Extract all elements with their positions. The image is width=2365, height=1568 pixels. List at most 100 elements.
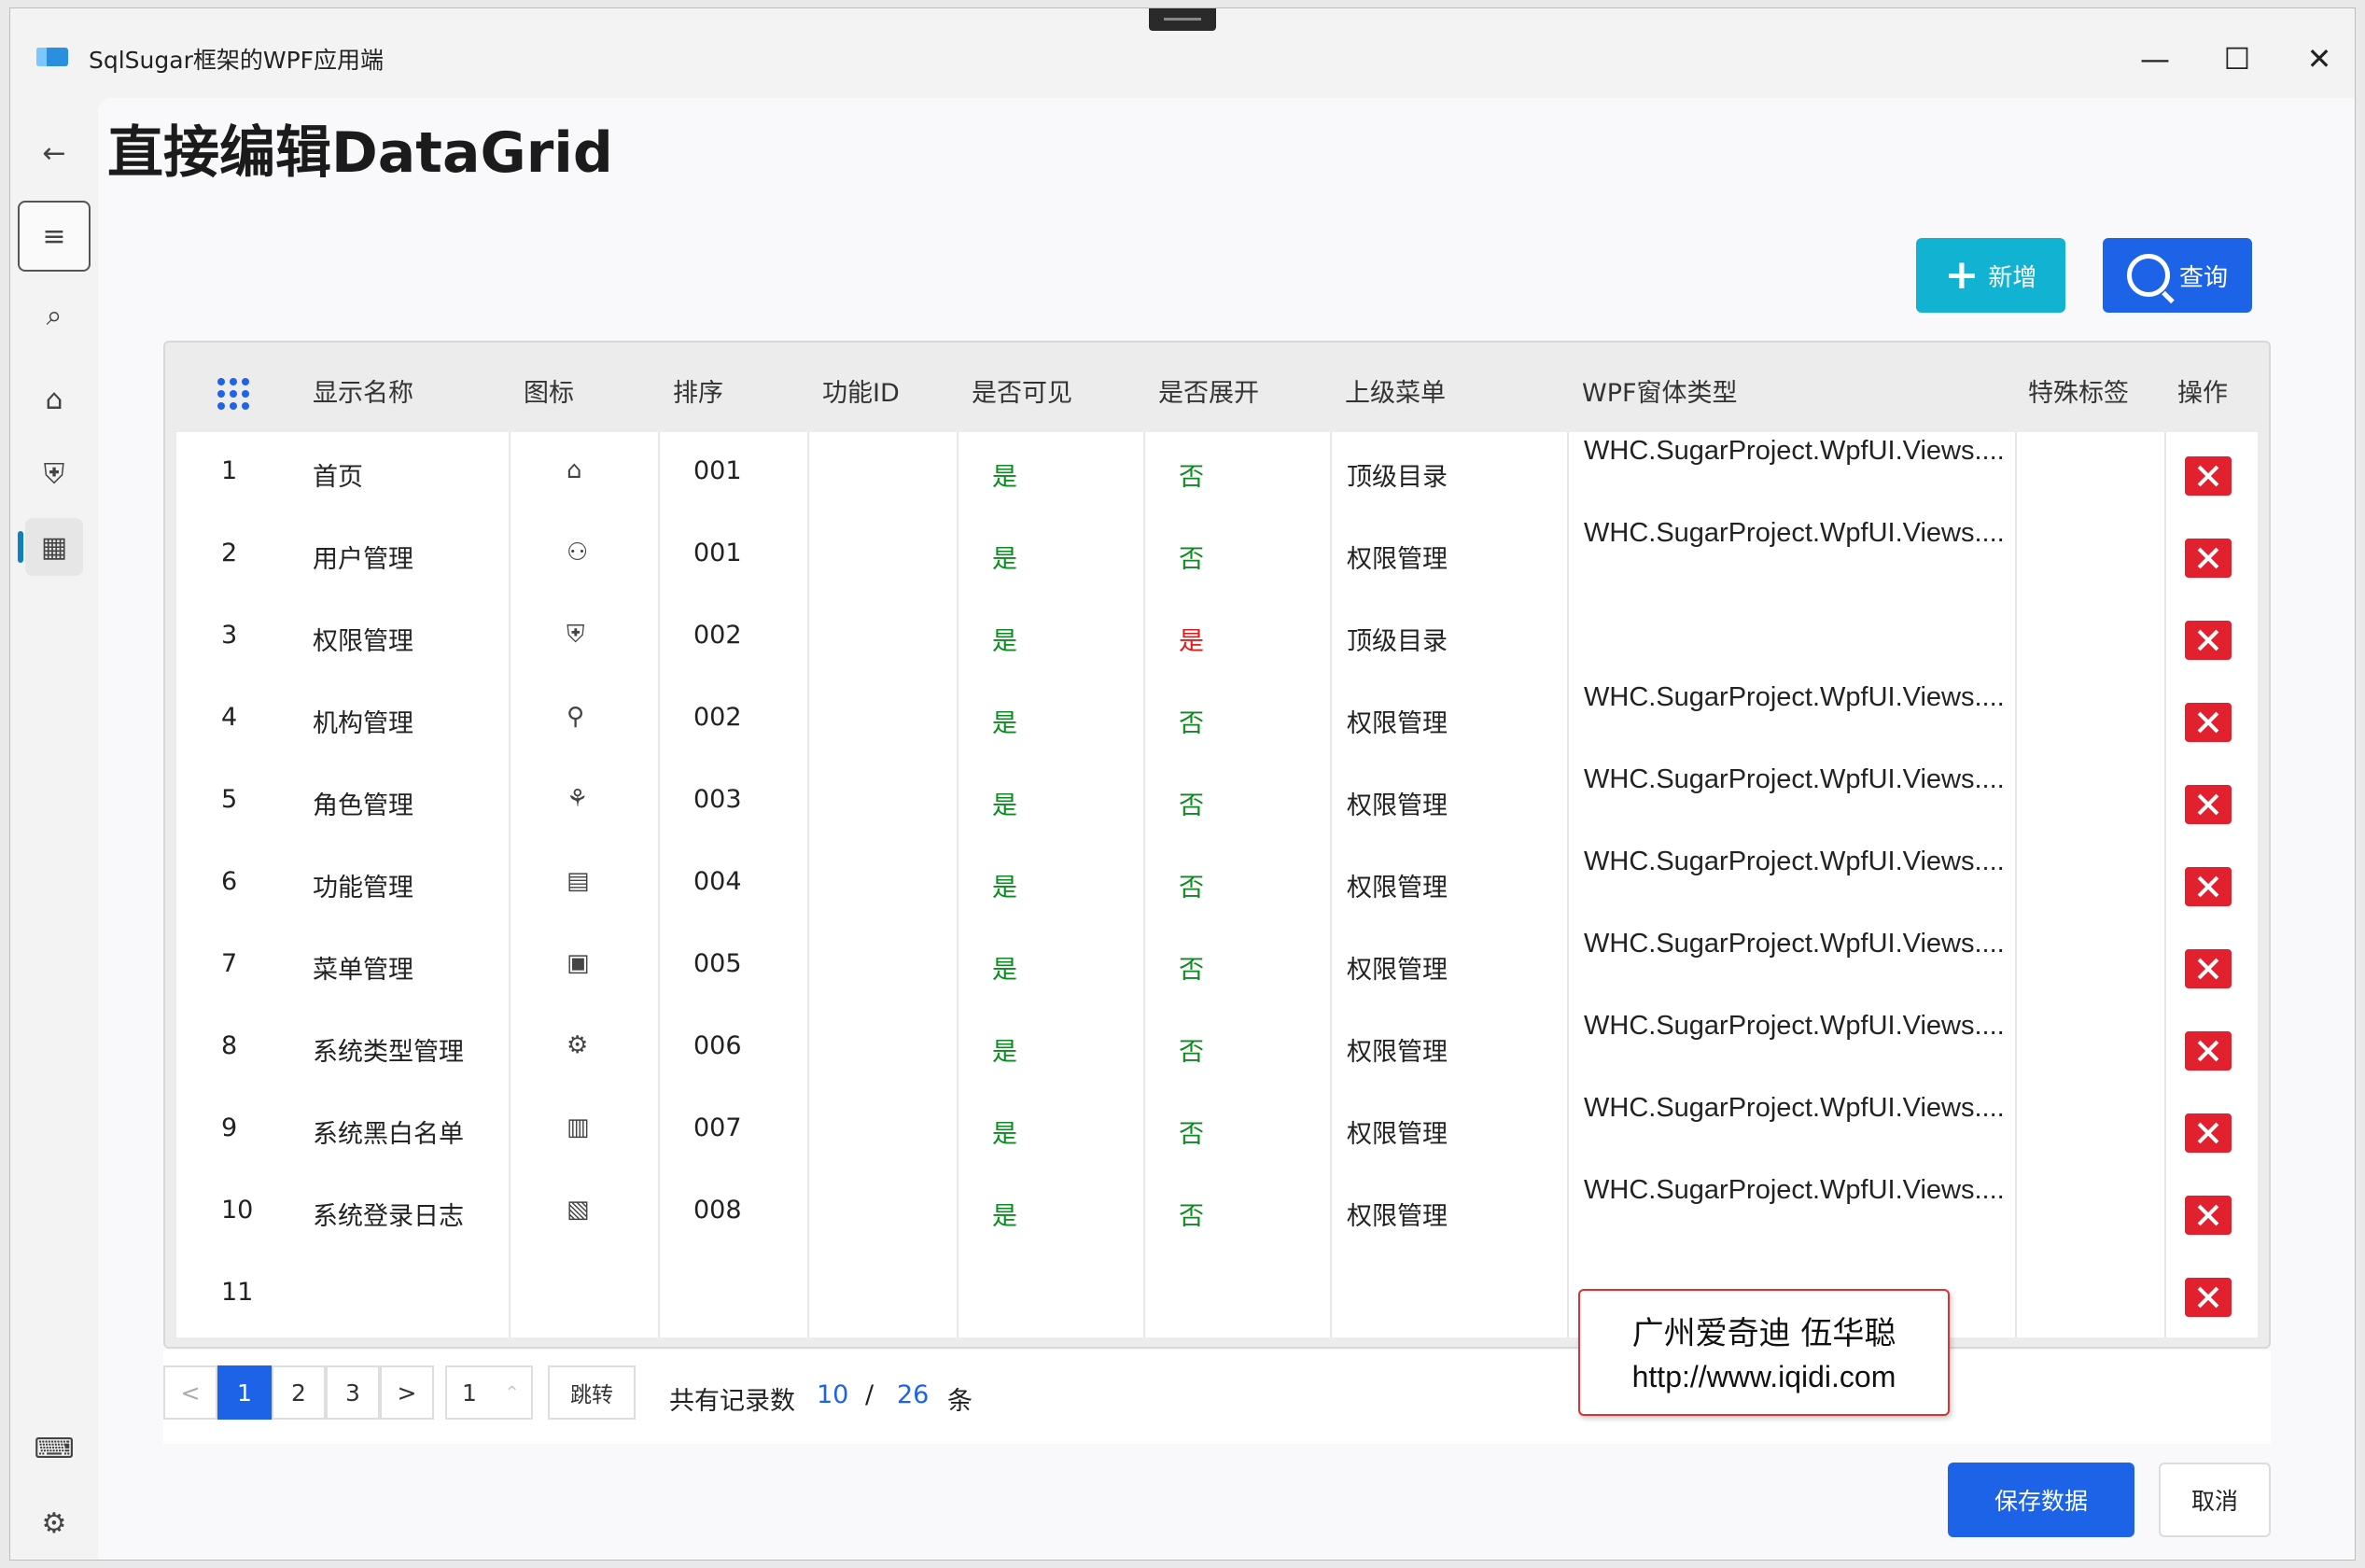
display-name-cell[interactable]: 系统类型管理 — [313, 1031, 464, 1068]
display-name-cell[interactable]: 角色管理 — [313, 785, 413, 821]
type-settings-icon[interactable]: ⚙ — [567, 1031, 588, 1059]
user-lock-icon[interactable]: ⚇ — [567, 539, 588, 567]
wpf-type-cell[interactable]: WHC.SugarProject.WpfUI.Views.... — [1584, 1011, 2005, 1042]
expand-cell[interactable]: 否 — [1179, 703, 1204, 739]
visible-cell[interactable]: 是 — [992, 456, 1017, 493]
add-button[interactable]: + 新增 — [1916, 238, 2065, 313]
home-icon[interactable]: ⌂ — [25, 371, 83, 428]
delete-row-icon[interactable] — [2185, 949, 2232, 988]
person-icon[interactable]: ⚘ — [567, 785, 588, 813]
home-icon[interactable]: ⌂ — [567, 456, 582, 484]
list-icon[interactable]: ▥ — [567, 1113, 590, 1141]
wpf-type-cell[interactable]: WHC.SugarProject.WpfUI.Views.... — [1584, 929, 2005, 959]
table-row[interactable]: 4 机构管理 ⚲ 002 是 否 权限管理 WHC.SugarProject.WpfUI.Vi… — [176, 679, 2258, 761]
table-row[interactable]: 9 系统黑白名单 ▥ 007 是 否 权限管理 WHC.SugarProject.WpfUI.… — [176, 1089, 2258, 1171]
sort-cell[interactable]: 006 — [693, 1031, 742, 1060]
parent-menu-cell[interactable]: 权限管理 — [1347, 785, 1448, 821]
expand-cell[interactable]: 否 — [1179, 949, 1204, 986]
page-3-button[interactable]: 3 — [326, 1365, 380, 1420]
parent-menu-cell[interactable]: 权限管理 — [1347, 539, 1448, 575]
expand-cell[interactable]: 否 — [1179, 1196, 1204, 1232]
sort-cell[interactable]: 002 — [693, 621, 742, 650]
visible-cell[interactable]: 是 — [992, 621, 1017, 657]
display-name-cell[interactable]: 系统黑白名单 — [313, 1113, 464, 1150]
prev-page-button[interactable]: < — [163, 1365, 217, 1420]
back-arrow-icon[interactable]: ← — [25, 124, 83, 182]
sort-cell[interactable]: 005 — [693, 949, 742, 978]
wpf-type-cell[interactable]: WHC.SugarProject.WpfUI.Views.... — [1584, 1093, 2005, 1124]
display-name-cell[interactable]: 首页 — [313, 456, 363, 493]
sort-cell[interactable]: 001 — [693, 539, 742, 567]
expand-cell[interactable]: 否 — [1179, 539, 1204, 575]
header-special-tag[interactable]: 特殊标签 — [2028, 372, 2129, 409]
visible-cell[interactable]: 是 — [992, 539, 1017, 575]
expand-cell[interactable]: 否 — [1179, 785, 1204, 821]
query-button[interactable]: 查询 — [2103, 238, 2252, 313]
sort-cell[interactable]: 002 — [693, 703, 742, 732]
display-name-cell[interactable]: 功能管理 — [313, 867, 413, 903]
save-data-button[interactable]: 保存数据 — [1948, 1463, 2134, 1537]
display-name-cell[interactable]: 机构管理 — [313, 703, 413, 739]
hamburger-menu-icon[interactable]: ≡ — [18, 201, 91, 272]
wpf-type-cell[interactable]: WHC.SugarProject.WpfUI.Views.... — [1584, 764, 2005, 795]
visible-cell[interactable]: 是 — [992, 703, 1017, 739]
display-name-cell[interactable]: 权限管理 — [313, 621, 413, 657]
table-row[interactable]: 3 权限管理 ⛨ 002 是 是 顶级目录 — [176, 596, 2258, 679]
expand-cell[interactable]: 否 — [1179, 867, 1204, 903]
expand-cell[interactable]: 否 — [1179, 1113, 1204, 1150]
jump-button[interactable]: 跳转 — [548, 1365, 636, 1420]
expand-cell[interactable]: 否 — [1179, 1031, 1204, 1068]
parent-menu-cell[interactable]: 顶级目录 — [1347, 456, 1448, 493]
header-icon[interactable]: 图标 — [524, 372, 574, 409]
settings-gear-icon[interactable]: ⚙ — [25, 1494, 83, 1552]
org-tree-icon[interactable]: ⚲ — [567, 703, 584, 731]
visible-cell[interactable]: 是 — [992, 1113, 1017, 1150]
parent-menu-cell[interactable]: 权限管理 — [1347, 1196, 1448, 1232]
menu-box-icon[interactable]: ▣ — [567, 949, 590, 977]
parent-menu-cell[interactable]: 权限管理 — [1347, 1031, 1448, 1068]
search-icon[interactable]: ⌕ — [25, 287, 83, 344]
sort-cell[interactable]: 003 — [693, 785, 742, 814]
title-bar[interactable]: SqlSugar框架的WPF应用端 — ☐ ✕ — [10, 8, 2355, 98]
table-row[interactable]: 1 首页 ⌂ 001 是 否 顶级目录 WHC.SugarProject.WpfUI.View… — [176, 432, 2258, 514]
sort-cell[interactable]: 004 — [693, 867, 742, 896]
header-display-name[interactable]: 显示名称 — [313, 372, 413, 409]
header-sort[interactable]: 排序 — [673, 372, 723, 409]
jump-page-input[interactable]: 1 ⌃ — [445, 1365, 533, 1420]
clipboard-icon[interactable]: ▤ — [567, 867, 590, 895]
parent-menu-cell[interactable]: 权限管理 — [1347, 949, 1448, 986]
shield-icon[interactable]: ⛨ — [25, 445, 83, 503]
visible-cell[interactable]: 是 — [992, 785, 1017, 821]
maximize-button[interactable]: ☐ — [2213, 35, 2261, 83]
next-page-button[interactable]: > — [380, 1365, 434, 1420]
wpf-type-cell[interactable]: WHC.SugarProject.WpfUI.Views.... — [1584, 518, 2005, 549]
column-chooser-icon[interactable] — [217, 378, 249, 410]
delete-row-icon[interactable] — [2185, 1196, 2232, 1235]
drag-handle[interactable] — [1149, 8, 1216, 31]
delete-row-icon[interactable] — [2185, 539, 2232, 578]
display-name-cell[interactable]: 用户管理 — [313, 539, 413, 575]
header-wpf-type[interactable]: WPF窗体类型 — [1582, 372, 1738, 409]
page-1-button[interactable]: 1 — [217, 1365, 272, 1420]
keyboard-icon[interactable]: ⌨ — [25, 1420, 83, 1477]
display-name-cell[interactable]: 菜单管理 — [313, 949, 413, 986]
visible-cell[interactable]: 是 — [992, 867, 1017, 903]
table-row[interactable]: 7 菜单管理 ▣ 005 是 否 权限管理 WHC.SugarProject.WpfUI.Vi… — [176, 925, 2258, 1007]
sort-cell[interactable]: 001 — [693, 456, 742, 485]
delete-row-icon[interactable] — [2185, 1031, 2232, 1071]
header-function-id[interactable]: 功能ID — [822, 372, 900, 409]
display-name-cell[interactable]: 系统登录日志 — [313, 1196, 464, 1232]
wpf-type-cell[interactable]: WHC.SugarProject.WpfUI.Views.... — [1584, 847, 2005, 877]
header-expand[interactable]: 是否展开 — [1158, 372, 1259, 409]
delete-row-icon[interactable] — [2185, 785, 2232, 824]
grid-icon[interactable]: ▦ — [25, 518, 83, 576]
table-row[interactable]: 6 功能管理 ▤ 004 是 否 权限管理 WHC.SugarProject.WpfUI.Vi… — [176, 843, 2258, 925]
delete-row-icon[interactable] — [2185, 1278, 2232, 1317]
sort-cell[interactable]: 007 — [693, 1113, 742, 1142]
shield-icon[interactable]: ⛨ — [567, 621, 585, 650]
table-row[interactable]: 8 系统类型管理 ⚙ 006 是 否 权限管理 WHC.SugarProject.WpfUI.… — [176, 1007, 2258, 1089]
delete-row-icon[interactable] — [2185, 703, 2232, 742]
cancel-button[interactable]: 取消 — [2159, 1463, 2271, 1537]
wpf-type-cell[interactable]: WHC.SugarProject.WpfUI.Views.... — [1584, 436, 2005, 467]
parent-menu-cell[interactable]: 权限管理 — [1347, 1113, 1448, 1150]
